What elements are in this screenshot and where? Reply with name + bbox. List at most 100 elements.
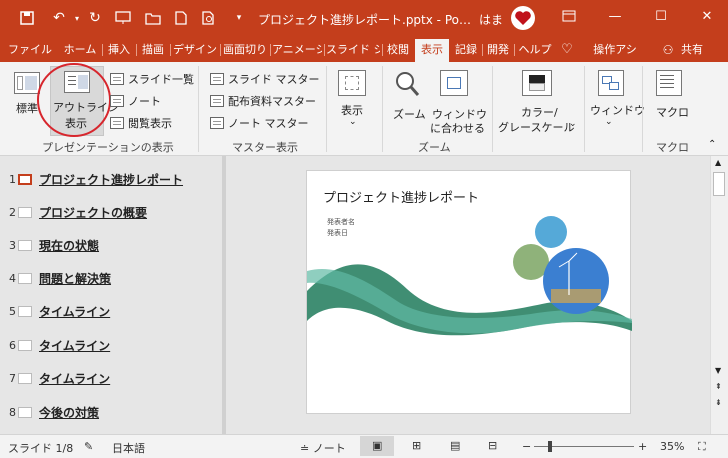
- reading-view-status-icon[interactable]: ▤: [450, 439, 460, 452]
- title-bar: ↶ ▾ ↻ ▾ プロジェクト進捗レポート.pptx - Po… はま — ☐ ✕: [0, 0, 728, 36]
- outline-item[interactable]: 3 現在の状態: [0, 235, 222, 255]
- color-label-1[interactable]: カラー/: [521, 104, 558, 120]
- collapse-ribbon-icon[interactable]: ⌃: [708, 139, 716, 150]
- reading-view-label: 閲覧表示: [128, 117, 172, 130]
- color-label-2[interactable]: グレースケール: [498, 119, 574, 135]
- lightbulb-icon[interactable]: ♡: [560, 39, 574, 62]
- outline-number: 2: [9, 205, 16, 219]
- notes-master-button[interactable]: ノート マスター: [210, 115, 309, 131]
- outline-text[interactable]: 現在の状態: [39, 237, 99, 254]
- wind-turbine-circle: [543, 248, 609, 314]
- vertical-scrollbar[interactable]: ▲ ▼ ⇞ ⇟: [710, 156, 728, 434]
- outline-number: 8: [9, 405, 16, 419]
- zoom-in-icon[interactable]: +: [638, 440, 647, 453]
- open-folder-icon[interactable]: [144, 9, 162, 27]
- avatar[interactable]: [511, 6, 535, 30]
- save-icon[interactable]: [18, 9, 36, 27]
- slide-counter: スライド 1/8: [8, 442, 74, 455]
- zoom-button[interactable]: ズーム: [393, 106, 426, 122]
- outline-number: 7: [9, 371, 16, 385]
- fit-slide-icon[interactable]: ⛶: [698, 440, 706, 454]
- outline-item[interactable]: 4 問題と解決策: [0, 268, 222, 288]
- fit-to-window-label-2[interactable]: に合わせる: [430, 120, 485, 136]
- show-button[interactable]: 表示: [341, 102, 363, 118]
- redo-icon[interactable]: ↻: [86, 9, 104, 27]
- color-grayscale-icon: [522, 70, 552, 96]
- color-dropdown-icon[interactable]: ⌄: [569, 119, 577, 129]
- spellcheck-icon[interactable]: ✎: [84, 440, 93, 453]
- slideshow-from-start-icon[interactable]: [114, 9, 132, 27]
- window-button[interactable]: ウィンドウ: [590, 102, 645, 118]
- tab-developer[interactable]: 開発: [484, 39, 512, 62]
- tab-insert[interactable]: 挿入: [104, 39, 134, 62]
- notes-icon: ≐: [300, 442, 313, 455]
- show-dropdown-icon[interactable]: ⌄: [349, 117, 357, 127]
- outline-text[interactable]: 問題と解決策: [39, 270, 111, 287]
- zoom-percent[interactable]: 35%: [660, 440, 684, 453]
- zoom-slider-thumb[interactable]: [548, 441, 552, 452]
- outline-pane[interactable]: 1 プロジェクト進捗レポート 2 プロジェクトの概要 3 現在の状態 4 問題と解決策 …: [0, 156, 222, 434]
- next-slide-icon[interactable]: ⇟: [715, 398, 722, 407]
- new-file-icon[interactable]: [172, 9, 190, 27]
- scroll-up-icon[interactable]: ▲: [715, 158, 721, 167]
- tab-review[interactable]: 校閲: [384, 39, 412, 62]
- language-indicator[interactable]: 日本語: [112, 440, 145, 456]
- print-preview-icon[interactable]: [200, 9, 218, 27]
- slide-master-button[interactable]: スライド マスター: [210, 71, 320, 87]
- scroll-thumb[interactable]: [713, 172, 725, 196]
- group-label-zoom: ズーム: [418, 141, 451, 154]
- outline-item[interactable]: 5 タイムライン: [0, 301, 222, 321]
- tab-animations[interactable]: アニメーシ: [272, 39, 322, 62]
- window-dropdown-icon[interactable]: ⌄: [605, 117, 613, 127]
- macro-button[interactable]: マクロ: [656, 104, 689, 120]
- slide-sorter-icon: [110, 73, 124, 85]
- ribbon-display-options-icon[interactable]: [546, 0, 592, 32]
- notes-toggle[interactable]: ≐ ノート: [300, 440, 346, 456]
- restore-button[interactable]: ☐: [638, 0, 684, 32]
- outline-text[interactable]: タイムライン: [39, 303, 110, 320]
- previous-slide-icon[interactable]: ⇞: [715, 382, 722, 391]
- tell-me-search[interactable]: 操作アシ: [588, 39, 642, 62]
- reading-view-button[interactable]: 閲覧表示: [110, 115, 172, 131]
- show-icon: [338, 70, 366, 96]
- normal-view-button[interactable]: 標準: [16, 100, 38, 116]
- slide-sorter-status-icon[interactable]: ⊞: [412, 439, 421, 452]
- outline-text[interactable]: プロジェクト進捗レポート: [39, 171, 183, 188]
- slide-icon: [18, 173, 32, 185]
- undo-icon[interactable]: ↶: [50, 9, 68, 27]
- tab-draw[interactable]: 描画: [138, 39, 168, 62]
- tab-view[interactable]: 表示: [415, 39, 449, 62]
- outline-item[interactable]: 7 タイムライン: [0, 368, 222, 388]
- outline-item[interactable]: 1 プロジェクト進捗レポート: [0, 169, 222, 189]
- minimize-button[interactable]: —: [592, 0, 638, 32]
- slideshow-status-icon[interactable]: ⊟: [488, 439, 497, 452]
- tab-design[interactable]: デザイン: [172, 39, 218, 62]
- close-button[interactable]: ✕: [684, 0, 728, 32]
- outline-item[interactable]: 8 今後の対策: [0, 402, 222, 422]
- macro-icon: [656, 70, 682, 96]
- tab-file[interactable]: ファイル: [6, 39, 54, 62]
- handout-master-button[interactable]: 配布資料マスター: [210, 93, 316, 109]
- outline-text[interactable]: タイムライン: [39, 337, 110, 354]
- tab-slideshow[interactable]: スライド シ: [326, 39, 380, 62]
- slide-sorter-button[interactable]: スライド一覧: [110, 71, 194, 87]
- outline-text[interactable]: タイムライン: [39, 370, 110, 387]
- slide-icon: [18, 239, 32, 251]
- zoom-out-icon[interactable]: −: [522, 440, 531, 453]
- slide-preview[interactable]: プロジェクト進捗レポート 発表者名 発表日: [306, 170, 632, 414]
- notes-page-button[interactable]: ノート: [110, 93, 161, 109]
- outline-item[interactable]: 6 タイムライン: [0, 335, 222, 355]
- share-button[interactable]: 共有: [678, 39, 706, 62]
- customize-toolbar-icon[interactable]: ▾: [230, 9, 248, 27]
- undo-dropdown-icon[interactable]: ▾: [68, 9, 86, 27]
- user-name[interactable]: はま: [479, 11, 503, 28]
- outline-item[interactable]: 2 プロジェクトの概要: [0, 202, 222, 222]
- tab-help[interactable]: ヘルプ: [516, 39, 554, 62]
- outline-text[interactable]: プロジェクトの概要: [39, 204, 147, 221]
- tab-transitions[interactable]: 画面切り: [222, 39, 268, 62]
- tab-record[interactable]: 記録: [452, 39, 480, 62]
- scroll-down-icon[interactable]: ▼: [715, 366, 721, 375]
- outline-number: 6: [9, 338, 16, 352]
- outline-text[interactable]: 今後の対策: [39, 404, 99, 421]
- tab-home[interactable]: ホーム: [60, 39, 100, 62]
